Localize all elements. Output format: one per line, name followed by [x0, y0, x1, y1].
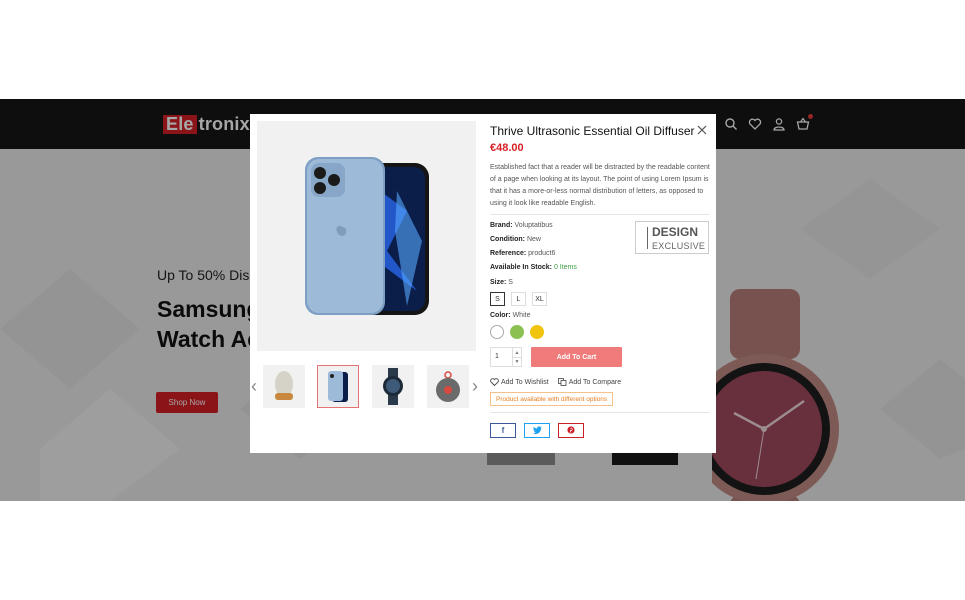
brand-row: Brand: Voluptatibus [490, 222, 553, 229]
size-option-s[interactable]: S [490, 292, 505, 306]
quantity-stepper[interactable]: 1 ▲ ▼ [490, 347, 522, 367]
wishlist-link[interactable]: Add To Wishlist [490, 378, 549, 387]
condition-label: Condition: [490, 236, 525, 243]
thumbnail-diffuser[interactable] [263, 365, 305, 408]
compare-link[interactable]: Add To Compare [557, 378, 622, 386]
add-to-cart-button[interactable]: Add To Cart [531, 347, 622, 367]
pinterest-icon [567, 425, 575, 436]
reference-value: product6 [528, 250, 556, 257]
product-price: €48.00 [490, 142, 524, 154]
color-selector [490, 325, 544, 339]
compare-label: Add To Compare [568, 378, 622, 386]
color-row: Color: White [490, 312, 530, 319]
size-option-l[interactable]: L [511, 292, 526, 306]
quantity-value[interactable]: 1 [495, 353, 499, 360]
social-share: f [490, 423, 584, 438]
condition-value: New [526, 236, 541, 243]
stock-value: 0 Items [553, 264, 577, 271]
twitter-share-button[interactable] [524, 423, 550, 438]
badge-line-1: DESIGN [652, 225, 699, 239]
condition-row: Condition: New [490, 236, 541, 243]
stock-row: Available In Stock: 0 Items [490, 264, 577, 271]
reference-label: Reference: [490, 250, 527, 257]
chevron-left-icon[interactable]: ‹ [251, 377, 257, 395]
badge-line-2: EXCLUSIVE [652, 241, 706, 251]
brand-logo-badge[interactable]: DESIGN EXCLUSIVE [635, 221, 709, 254]
thumbnail-speaker[interactable] [427, 365, 469, 408]
twitter-icon [532, 425, 542, 436]
brand-label: Brand: [490, 222, 513, 229]
chevron-down-icon[interactable]: ▼ [512, 357, 521, 366]
facebook-share-button[interactable]: f [490, 423, 516, 438]
size-selected: S [508, 279, 513, 286]
facebook-icon: f [501, 426, 505, 435]
product-title: Thrive Ultrasonic Essential Oil Diffuser [490, 124, 695, 138]
color-selected: White [512, 312, 531, 319]
reference-row: Reference: product6 [490, 250, 555, 257]
iphone-image [305, 157, 429, 315]
color-label: Color: [490, 312, 511, 319]
quick-view-modal: ‹ › Thrive Ultrasonic Essential Oil Diff… [250, 114, 716, 453]
size-option-xl[interactable]: XL [532, 292, 547, 306]
size-label: Size: [490, 279, 507, 286]
stock-label: Available In Stock: [490, 264, 552, 271]
chevron-right-icon[interactable]: › [472, 377, 478, 395]
color-swatch-white[interactable] [490, 325, 504, 339]
divider [490, 214, 710, 215]
thumbnail-iphone[interactable] [317, 365, 359, 408]
availability-note: Product available with different options [490, 392, 614, 406]
product-description: Established fact that a reader will be d… [490, 164, 710, 207]
wishlist-label: Add To Wishlist [501, 378, 549, 386]
compare-icon [557, 378, 567, 386]
pinterest-share-button[interactable] [558, 423, 584, 438]
heart-icon [490, 378, 499, 387]
divider [490, 412, 710, 413]
color-swatch-green[interactable] [510, 325, 524, 339]
close-icon[interactable] [696, 123, 708, 135]
thumbnail-smartwatch[interactable] [372, 365, 414, 408]
thumbnail-carousel: ‹ › [250, 364, 490, 412]
size-selector: S L XL [490, 292, 547, 306]
product-actions: Add To Wishlist Add To Compare [490, 378, 622, 387]
color-swatch-yellow[interactable] [530, 325, 544, 339]
size-row: Size: S [490, 279, 513, 286]
product-main-image [257, 121, 476, 351]
brand-value[interactable]: Voluptatibus [515, 222, 553, 229]
